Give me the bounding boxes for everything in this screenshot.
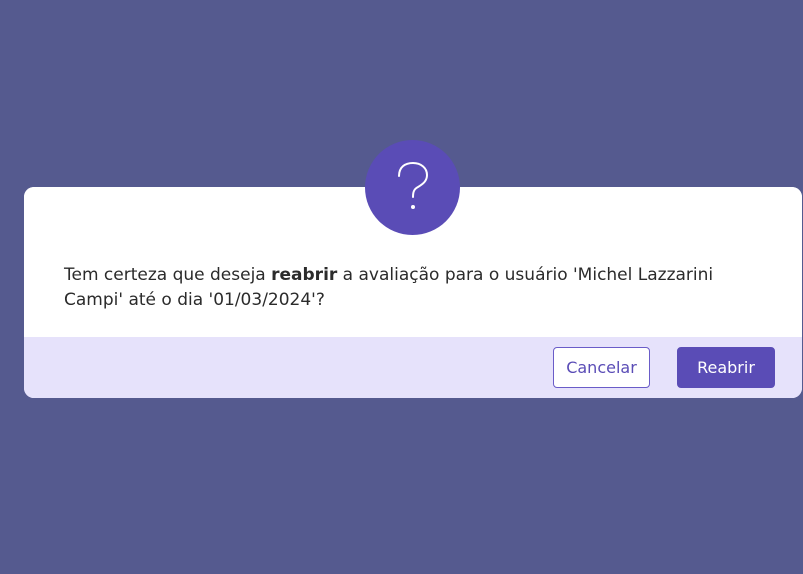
dialog-message-bold: reabrir: [271, 265, 338, 285]
question-icon: [365, 140, 460, 235]
cancel-button[interactable]: Cancelar: [553, 347, 650, 388]
confirmation-dialog: Tem certeza que deseja reabrir a avaliaç…: [24, 140, 802, 398]
dialog-message-pre: Tem certeza que deseja: [64, 265, 272, 285]
dialog-message: Tem certeza que deseja reabrir a avaliaç…: [64, 263, 764, 313]
dialog-footer: Cancelar Reabrir: [24, 337, 802, 398]
reopen-button[interactable]: Reabrir: [677, 347, 775, 388]
